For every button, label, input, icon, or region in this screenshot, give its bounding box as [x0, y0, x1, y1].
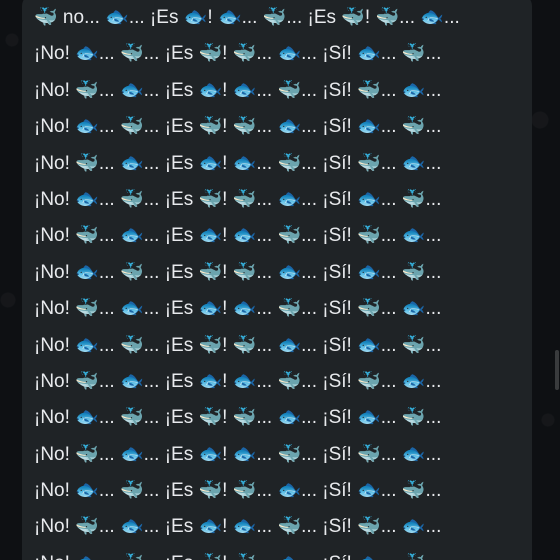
message-line: ¡No! 🐳... 🐟... ¡Es 🐟! 🐟... 🐳... ¡Sí! 🐳..…	[34, 79, 442, 101]
message-line: ¡No! 🐳... 🐟... ¡Es 🐟! 🐟... 🐳... ¡Sí! 🐳..…	[34, 152, 442, 174]
message-line: ¡No! 🐟... 🐳... ¡Es 🐳! 🐳... 🐟... ¡Sí! 🐟..…	[34, 43, 442, 65]
chat-background: 🐳 no... 🐟... ¡Es 🐟! 🐟... 🐳... ¡Es 🐳! 🐳..…	[0, 0, 560, 560]
message-line: ¡No! 🐟... 🐳... ¡Es 🐳! 🐳... 🐟... ¡Sí! 🐟..…	[34, 480, 442, 502]
message-line: ¡No! 🐳... 🐟... ¡Es 🐟! 🐟... 🐳... ¡Sí! 🐳..…	[34, 225, 442, 247]
scrollbar-thumb[interactable]	[555, 350, 559, 390]
message-line: ¡No! 🐳... 🐟... ¡Es 🐟! 🐟... 🐳... ¡Sí! 🐳..…	[34, 516, 442, 538]
message-line: ¡No! 🐟... 🐳... ¡Es 🐳! 🐳... 🐟... ¡Sí! 🐟..…	[34, 188, 442, 210]
message-text: 🐳 no... 🐟... ¡Es 🐟! 🐟... 🐳... ¡Es 🐳! 🐳..…	[34, 0, 524, 560]
message-line: 🐳 no... 🐟... ¡Es 🐟! 🐟... 🐳... ¡Es 🐳! 🐳..…	[34, 7, 460, 28]
message-line: ¡No! 🐳... 🐟... ¡Es 🐟! 🐟... 🐳... ¡Sí! 🐳..…	[34, 443, 442, 465]
message-line: ¡No! 🐟... 🐳... ¡Es 🐳! 🐳... 🐟... ¡Sí! 🐟..…	[34, 334, 442, 356]
scrollbar[interactable]	[554, 0, 560, 560]
message-line: ¡No! 🐟... 🐳... ¡Es 🐳! 🐳... 🐟... ¡Sí! 🐟..…	[34, 407, 442, 429]
message-line: ¡No! 🐳... 🐟... ¡Es 🐟! 🐟... 🐳... ¡Sí! 🐳..…	[34, 298, 442, 320]
message-line: ¡No! 🐟... 🐳... ¡Es 🐳! 🐳... 🐟... ¡Sí! 🐟..…	[34, 116, 442, 138]
message-line: ¡No! 🐟... 🐳... ¡Es 🐳! 🐳... 🐟... ¡Sí! 🐟..…	[34, 546, 524, 560]
message-line: ¡No! 🐟... 🐳... ¡Es 🐳! 🐳... 🐟... ¡Sí! 🐟..…	[34, 261, 442, 283]
message-line: ¡No! 🐳... 🐟... ¡Es 🐟! 🐟... 🐳... ¡Sí! 🐳..…	[34, 370, 442, 392]
